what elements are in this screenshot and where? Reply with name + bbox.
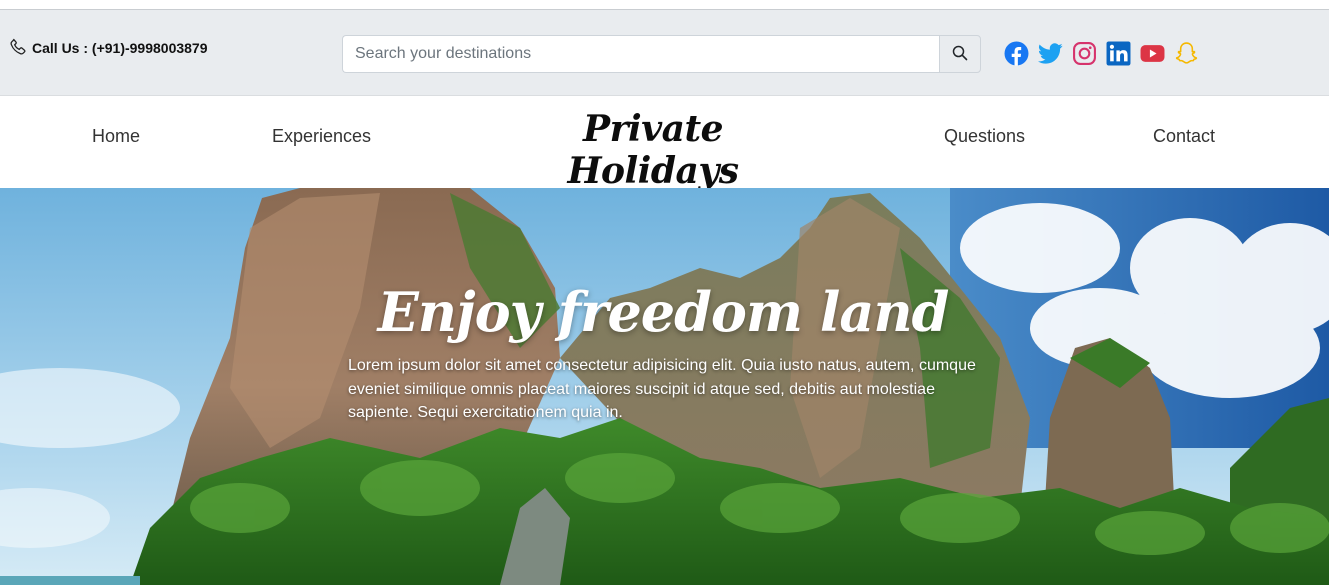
social-links	[1004, 41, 1199, 66]
snapchat-icon[interactable]	[1174, 41, 1199, 66]
brand-logo[interactable]: Private Holidays	[493, 108, 813, 192]
youtube-icon[interactable]	[1140, 41, 1165, 66]
hero-title: Enjoy freedom land	[377, 280, 950, 344]
nav-contact[interactable]: Contact	[1153, 126, 1215, 147]
facebook-icon[interactable]	[1004, 41, 1029, 66]
search-form	[342, 35, 981, 73]
hero-banner: Enjoy freedom land Lorem ipsum dolor sit…	[0, 188, 1329, 585]
nav-experiences[interactable]: Experiences	[272, 126, 371, 147]
hero-description: Lorem ipsum dolor sit amet consectetur a…	[348, 357, 976, 421]
twitter-icon[interactable]	[1038, 41, 1063, 66]
search-button[interactable]	[939, 35, 981, 73]
main-nav: Home Experiences Private Holidays Questi…	[0, 96, 1329, 192]
search-input[interactable]	[342, 35, 939, 73]
phone-icon	[10, 38, 27, 58]
instagram-icon[interactable]	[1072, 41, 1097, 66]
search-icon	[952, 45, 968, 64]
nav-questions[interactable]: Questions	[944, 126, 1025, 147]
call-us[interactable]: Call Us : (+91)-9998003879	[10, 38, 208, 58]
top-bar: Call Us : (+91)-9998003879	[0, 9, 1329, 96]
call-us-text: Call Us : (+91)-9998003879	[32, 40, 208, 56]
linkedin-icon[interactable]	[1106, 41, 1131, 66]
nav-home[interactable]: Home	[92, 126, 140, 147]
